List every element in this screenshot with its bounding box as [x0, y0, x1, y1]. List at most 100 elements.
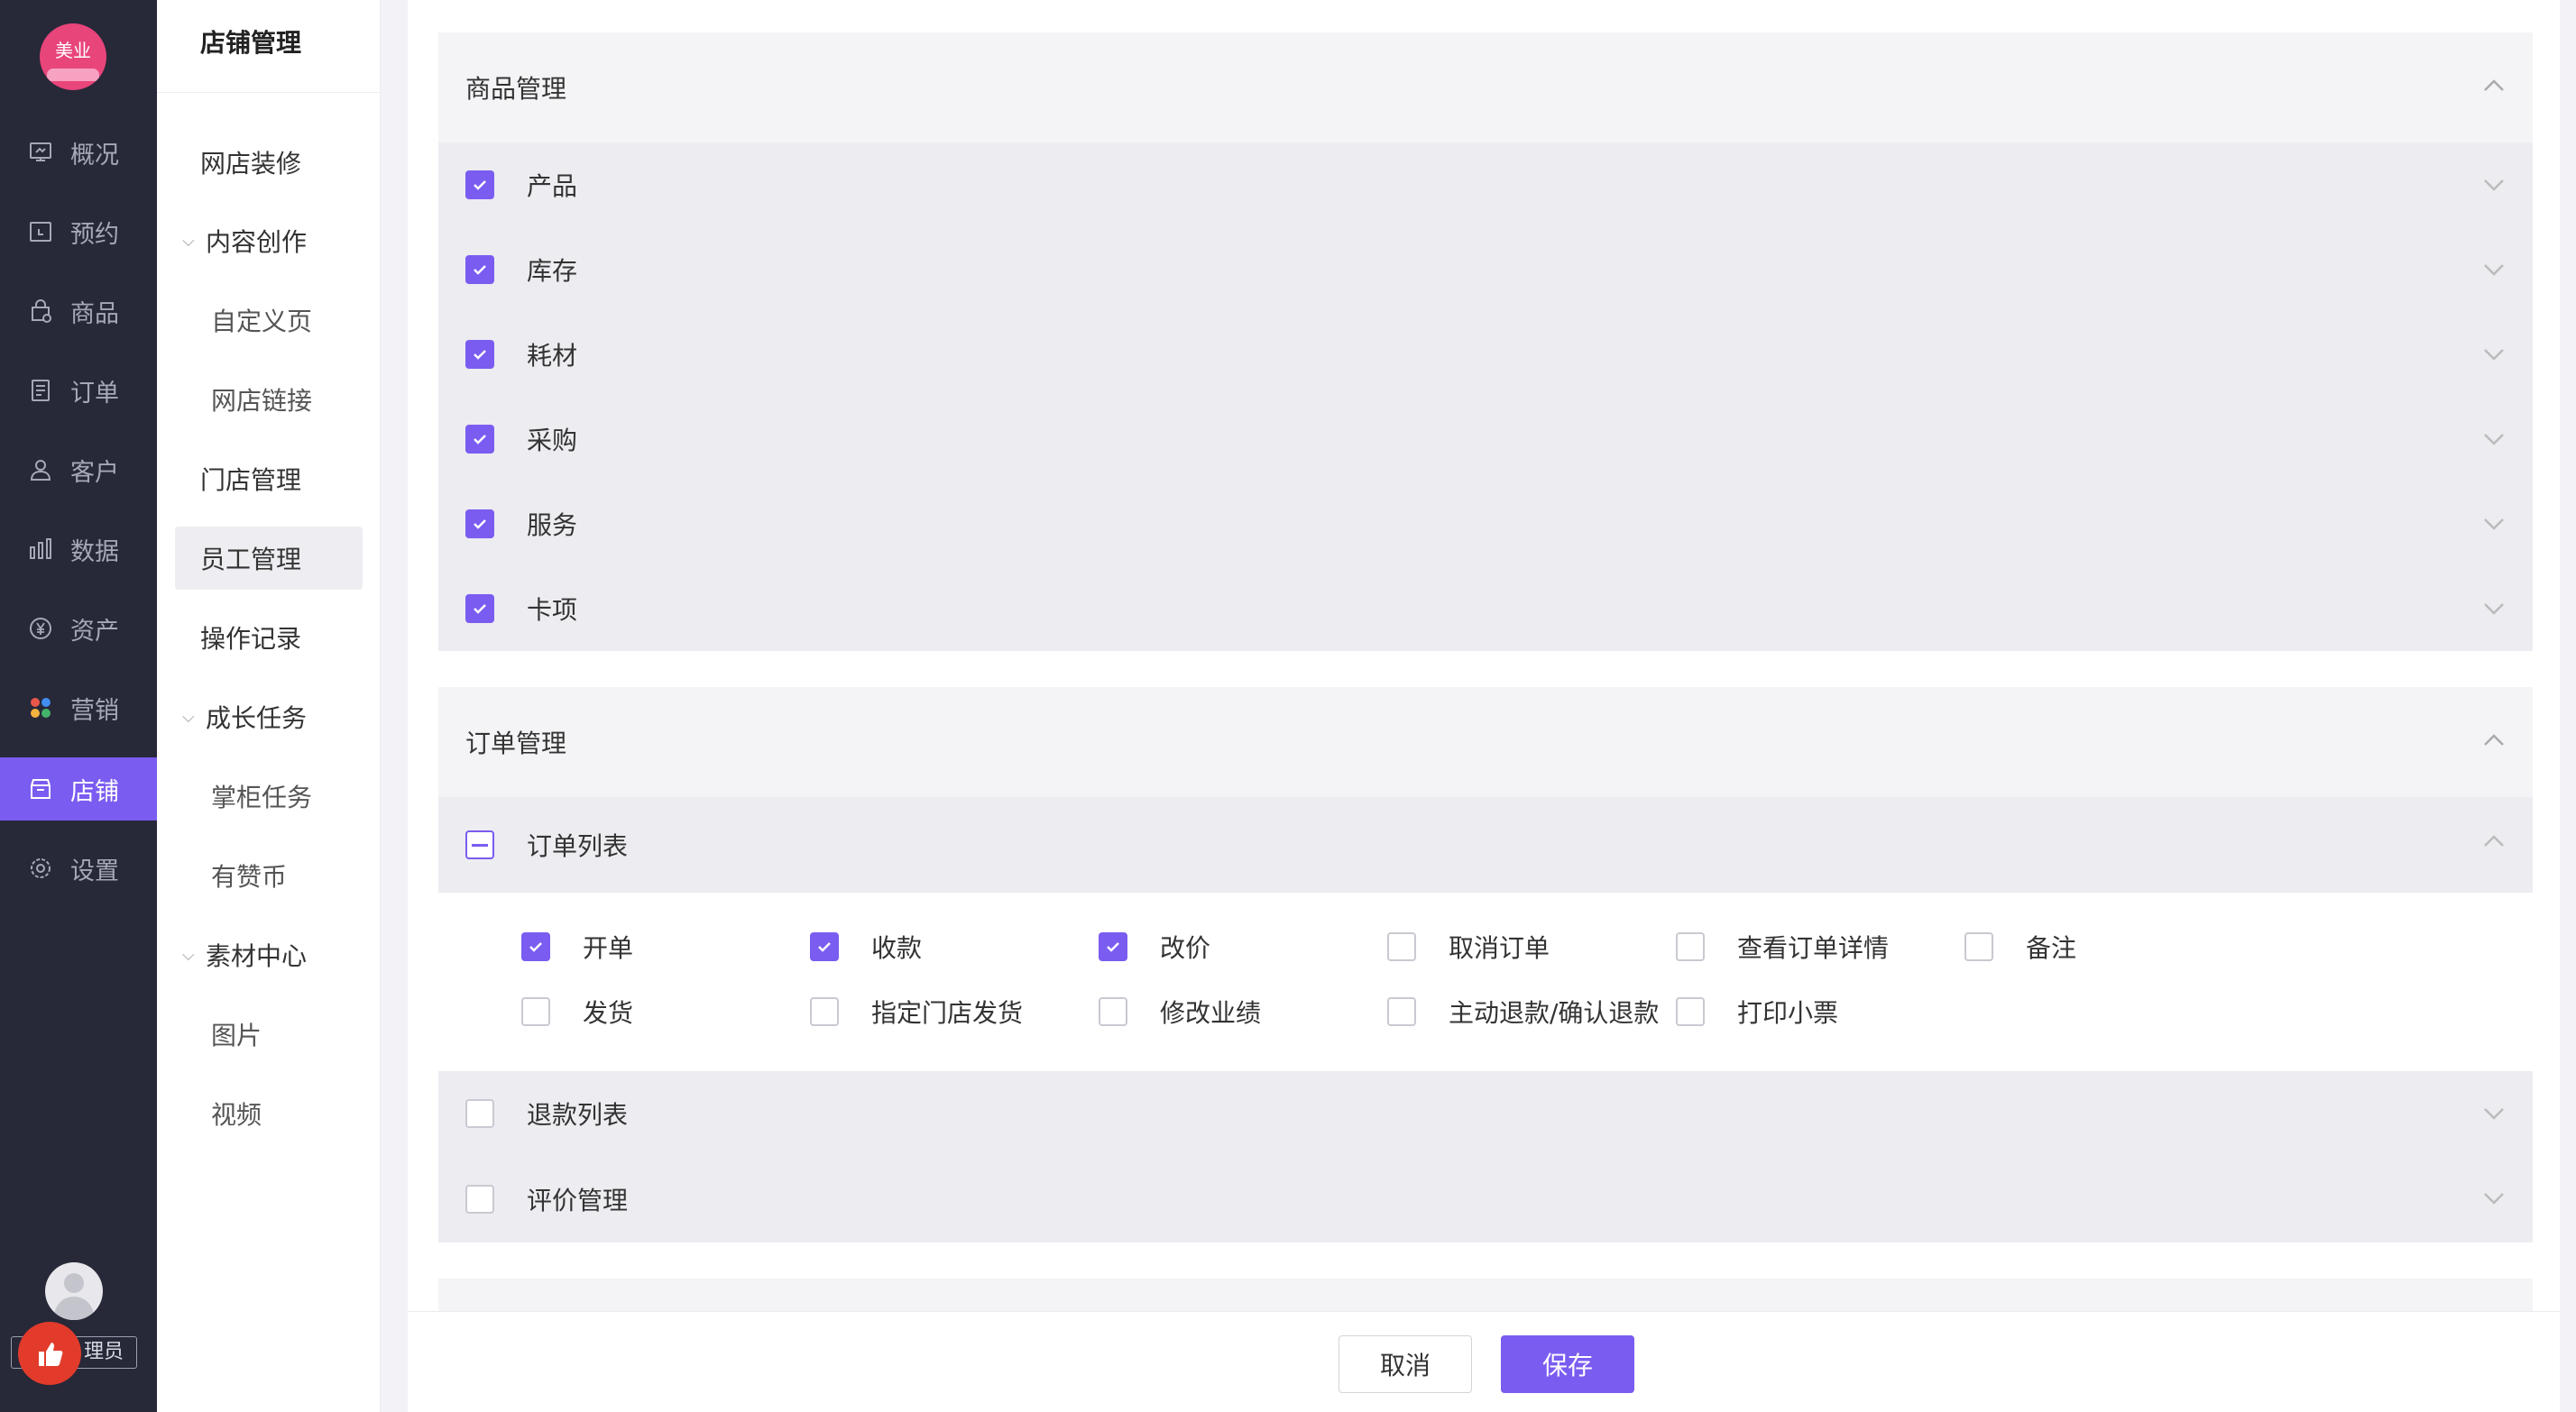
perm-print-receipt[interactable]: 打印小票: [1676, 994, 1838, 1030]
checkbox-unchecked[interactable]: [1387, 932, 1416, 961]
subnav-item-logs[interactable]: 操作记录: [175, 606, 363, 669]
chevron-down-icon[interactable]: [2482, 343, 2506, 366]
chevron-down-icon[interactable]: [2482, 1187, 2506, 1210]
rail-item-customers[interactable]: 客户: [0, 438, 157, 501]
rail-item-booking[interactable]: 预约: [0, 200, 157, 263]
checkbox-checked[interactable]: [465, 425, 494, 454]
perm-row-products[interactable]: 产品: [438, 142, 2533, 227]
perm-label: 发货: [583, 998, 634, 1028]
avatar[interactable]: [45, 1262, 103, 1320]
perm-view-order-detail[interactable]: 查看订单详情: [1676, 929, 1889, 965]
subnav-item-images[interactable]: 图片: [175, 1003, 363, 1066]
perm-row-cards[interactable]: 卡项: [438, 566, 2533, 651]
subnav-item-staff[interactable]: 员工管理: [175, 527, 363, 590]
checkbox-checked[interactable]: [1099, 932, 1127, 961]
rail-item-goods[interactable]: 商品: [0, 280, 157, 343]
checkbox-unchecked[interactable]: [1964, 932, 1993, 961]
save-button[interactable]: 保存: [1501, 1335, 1634, 1393]
perm-assign-store-ship[interactable]: 指定门店发货: [810, 994, 1023, 1030]
rail-item-store[interactable]: 店铺: [0, 757, 157, 821]
subnav-item-stores[interactable]: 门店管理: [175, 447, 363, 510]
checkbox-checked[interactable]: [465, 255, 494, 284]
perm-remark[interactable]: 备注: [1964, 929, 2076, 965]
checkbox-unchecked[interactable]: [465, 1185, 494, 1214]
checkbox-unchecked[interactable]: [1387, 997, 1416, 1026]
perm-cancel-order[interactable]: 取消订单: [1387, 929, 1550, 965]
divider: [157, 92, 381, 93]
subnav-item-label: 视频: [211, 1100, 262, 1130]
bar-chart-icon: [27, 536, 54, 563]
checkbox-indeterminate[interactable]: [465, 830, 494, 859]
section-next-collapsed: [438, 1279, 2533, 1315]
subnav-item-coins[interactable]: 有赞币: [175, 844, 363, 907]
perm-change-price[interactable]: 改价: [1099, 929, 1210, 965]
subnav-item-owner-tasks[interactable]: 掌柜任务: [175, 765, 363, 828]
brand-logo[interactable]: 美业: [40, 23, 106, 90]
subnav-item-custom-page[interactable]: 自定义页: [175, 289, 363, 352]
avatar-head: [64, 1273, 84, 1293]
rail-item-orders[interactable]: 订单: [0, 359, 157, 422]
main-rail: 美业 概况 预约 商品 订单 客户 数据 资产 营销 店铺 设置 理员: [0, 0, 157, 1412]
chevron-up-icon[interactable]: [2482, 74, 2506, 97]
section-header-goods[interactable]: 商品管理: [438, 32, 2533, 142]
perm-ship[interactable]: 发货: [521, 994, 633, 1030]
rail-item-label: 商品: [70, 299, 119, 328]
checkbox-unchecked[interactable]: [465, 1099, 494, 1128]
subnav-item-videos[interactable]: 视频: [175, 1082, 363, 1145]
clover-icon: [27, 694, 54, 721]
rail-item-assets[interactable]: 资产: [0, 597, 157, 660]
chevron-down-icon[interactable]: [2482, 597, 2506, 620]
chevron-up-icon[interactable]: [2482, 830, 2506, 853]
calendar-icon: [27, 218, 54, 245]
chevron-down-icon[interactable]: [2482, 173, 2506, 197]
subnav-group-media[interactable]: ⌵ 素材中心: [175, 923, 363, 986]
checkbox-checked[interactable]: [465, 170, 494, 199]
rail-item-marketing[interactable]: 营销: [0, 676, 157, 739]
checkbox-unchecked[interactable]: [1099, 997, 1127, 1026]
chevron-down-icon[interactable]: [2482, 427, 2506, 451]
perm-row-reviews[interactable]: 评价管理: [438, 1156, 2533, 1242]
subnav-item-decoration[interactable]: 网店装修: [175, 131, 363, 194]
subnav-item-store-link[interactable]: 网店链接: [175, 368, 363, 431]
perm-edit-performance[interactable]: 修改业绩: [1099, 994, 1261, 1030]
perm-row-inventory[interactable]: 库存: [438, 227, 2533, 312]
perm-label: 打印小票: [1737, 998, 1839, 1028]
rail-item-label: 概况: [70, 141, 119, 170]
perm-row-refund-list[interactable]: 退款列表: [438, 1071, 2533, 1156]
chevron-down-icon[interactable]: [2482, 258, 2506, 281]
section-orders: 订单管理 订单列表 开单 收款 改价 取消订单 查看订单详情 备注 发货 指定门…: [438, 687, 2533, 1242]
rail-item-label: 订单: [70, 379, 119, 408]
section-header-orders[interactable]: 订单管理: [438, 687, 2533, 797]
checkbox-checked[interactable]: [465, 509, 494, 538]
thumbs-up-icon[interactable]: [18, 1322, 81, 1385]
perm-row-consumables[interactable]: 耗材: [438, 312, 2533, 397]
checkbox-checked[interactable]: [810, 932, 839, 961]
checkbox-unchecked[interactable]: [810, 997, 839, 1026]
checkbox-checked[interactable]: [465, 594, 494, 623]
perm-collect-payment[interactable]: 收款: [810, 929, 922, 965]
rail-item-label: 客户: [70, 458, 119, 487]
section-title: 订单管理: [465, 729, 567, 758]
subnav-group-growth[interactable]: ⌵ 成长任务: [175, 685, 363, 748]
cancel-button[interactable]: 取消: [1339, 1335, 1472, 1393]
chevron-down-icon[interactable]: [2482, 512, 2506, 536]
checkbox-checked[interactable]: [521, 932, 550, 961]
subnav-item-label: 员工管理: [200, 545, 302, 574]
chevron-down-icon: ⌵: [182, 945, 195, 965]
perm-create-order[interactable]: 开单: [521, 929, 633, 965]
perm-row-services[interactable]: 服务: [438, 481, 2533, 566]
checkbox-unchecked[interactable]: [1676, 997, 1705, 1026]
perm-row-order-list[interactable]: 订单列表: [438, 797, 2533, 893]
perm-row-purchasing[interactable]: 采购: [438, 397, 2533, 481]
chevron-down-icon[interactable]: [2482, 1102, 2506, 1125]
checkbox-unchecked[interactable]: [1676, 932, 1705, 961]
rail-item-overview[interactable]: 概况: [0, 121, 157, 184]
chevron-up-icon[interactable]: [2482, 729, 2506, 752]
perm-refund[interactable]: 主动退款/确认退款: [1387, 994, 1659, 1030]
rail-item-data[interactable]: 数据: [0, 518, 157, 581]
checkbox-checked[interactable]: [465, 340, 494, 369]
subnav-group-content[interactable]: ⌵ 内容创作: [175, 209, 363, 272]
rail-item-settings[interactable]: 设置: [0, 837, 157, 900]
rail-item-label: 数据: [70, 537, 119, 566]
checkbox-unchecked[interactable]: [521, 997, 550, 1026]
